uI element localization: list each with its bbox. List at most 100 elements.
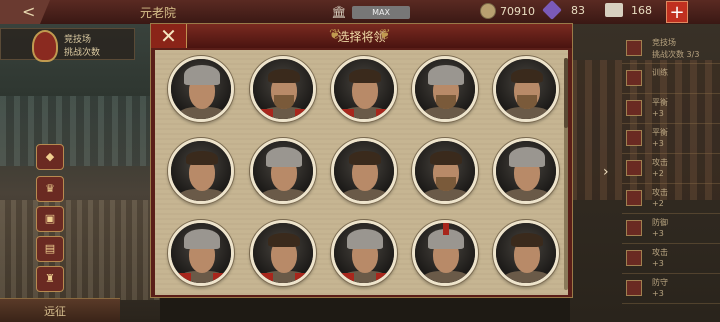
portrait-armor: [421, 189, 471, 201]
commander-portrait-5[interactable]: [493, 56, 559, 122]
portrait-helmet: [428, 65, 464, 85]
gallery-button[interactable]: ▣: [36, 206, 64, 232]
list-item[interactable]: 竞技场 挑战次数 3/3: [622, 34, 720, 64]
commander-portrait-1[interactable]: [168, 56, 234, 122]
list-item[interactable]: 攻击 +2: [622, 184, 720, 214]
back-button[interactable]: <: [0, 0, 50, 24]
shield-button[interactable]: ◆: [36, 144, 64, 170]
back-arrow-icon: <: [22, 2, 36, 21]
building-icon: [626, 190, 642, 206]
portrait-helmet: [347, 229, 383, 249]
expand-arrow-icon[interactable]: ›: [603, 164, 609, 180]
portrait-cape: [259, 109, 273, 119]
senate-building-icon: 🏛: [331, 5, 347, 19]
scroll-icon: [605, 3, 623, 17]
commander-portrait-9[interactable]: [412, 138, 478, 204]
scroll-counter: 168: [605, 3, 652, 17]
crossed-swords-icon: [626, 40, 642, 56]
scrollbar-thumb[interactable]: [564, 58, 568, 128]
helmet-icon: [626, 160, 642, 176]
trophy-button[interactable]: ♜: [36, 266, 64, 292]
gem-amount: 83: [571, 3, 585, 17]
building-icon: [626, 220, 642, 236]
portrait-armor: [502, 189, 552, 201]
portrait-beard: [517, 95, 537, 109]
dialog-scrollbar[interactable]: [564, 58, 568, 290]
portrait-hair: [349, 69, 381, 83]
laurel-right-icon: ❦: [379, 27, 391, 43]
portrait-helmet: [184, 65, 220, 85]
close-icon: ✕: [160, 24, 177, 48]
list-item[interactable]: 攻击 +3: [622, 244, 720, 274]
building-icon: [626, 280, 642, 296]
portrait-hair: [186, 151, 218, 165]
portrait-cape: [376, 109, 390, 119]
list-item[interactable]: 防守 +3: [622, 274, 720, 304]
portrait-cape: [295, 109, 309, 119]
portrait-helmet: [184, 229, 220, 249]
list-item[interactable]: 防御 +3: [622, 214, 720, 244]
building-icon: [626, 250, 642, 266]
trophy-icon: ♜: [45, 272, 55, 285]
commander-portrait-2[interactable]: [250, 56, 316, 122]
portrait-armor: [421, 271, 471, 283]
level-max-badge: MAX: [352, 5, 410, 19]
challenge-count-label: 挑战次数: [64, 48, 101, 58]
game-screen: < 元老院 🏛 MAX 70910 83 168 + 竞技场 挑战次数 ◆ ♛ …: [0, 0, 720, 322]
helmet-icon: [626, 130, 642, 146]
coin-counter: 70910: [480, 3, 535, 19]
gem-counter: 83: [542, 0, 585, 20]
portrait-helmet-crest: [443, 223, 449, 235]
portrait-armor: [421, 107, 471, 119]
list-item[interactable]: 平衡 +3: [622, 94, 720, 124]
arena-label: 竞技场: [64, 35, 92, 45]
portrait-cape: [376, 273, 390, 283]
expedition-button[interactable]: 远征: [0, 298, 120, 322]
commander-portrait-12[interactable]: [250, 220, 316, 286]
dialog-title: 选择将领: [337, 30, 386, 44]
portrait-hair: [511, 233, 543, 247]
commander-portrait-14[interactable]: [412, 220, 478, 286]
list-item[interactable]: 攻击 +2: [622, 154, 720, 184]
portrait-armor: [502, 271, 552, 283]
top-bar: < 元老院 🏛 MAX 70910 83 168 +: [0, 0, 720, 24]
treasure-icon: ▤: [44, 242, 56, 255]
commander-portrait-13[interactable]: [331, 220, 397, 286]
scroll-amount: 168: [631, 3, 652, 17]
portrait-icon: ▣: [44, 212, 56, 225]
commander-portrait-10[interactable]: [493, 138, 559, 204]
list-item[interactable]: 训练: [622, 64, 720, 94]
treasure-button[interactable]: ▤: [36, 236, 64, 262]
laurel-left-icon: ❦: [329, 27, 341, 43]
coin-icon: [480, 3, 496, 19]
commander-portrait-4[interactable]: [412, 56, 478, 122]
commander-portrait-3[interactable]: [331, 56, 397, 122]
portrait-cape: [213, 273, 227, 283]
portrait-beard: [436, 95, 456, 109]
portrait-armor: [177, 189, 227, 201]
portrait-beard: [436, 177, 456, 191]
commander-portrait-15[interactable]: [493, 220, 559, 286]
portrait-cape: [340, 273, 354, 283]
city-buildings: [0, 200, 160, 300]
commander-portrait-6[interactable]: [168, 138, 234, 204]
portrait-armor: [340, 189, 390, 201]
harbor-ships: [0, 96, 160, 166]
portrait-cape: [259, 273, 273, 283]
commander-portrait-11[interactable]: [168, 220, 234, 286]
portrait-cape: [340, 109, 354, 119]
commander-portrait-8[interactable]: [331, 138, 397, 204]
close-button[interactable]: ✕: [151, 24, 187, 48]
portrait-armor: [259, 189, 309, 201]
commander-grid: [155, 50, 568, 295]
portrait-hair: [268, 69, 300, 83]
crown-button[interactable]: ♛: [36, 176, 64, 202]
portrait-hair: [349, 151, 381, 165]
portrait-helmet: [266, 147, 302, 167]
commander-portrait-7[interactable]: [250, 138, 316, 204]
list-item[interactable]: 平衡 +3: [622, 124, 720, 154]
portrait-helmet: [509, 147, 545, 167]
shield-icon: ◆: [45, 150, 55, 163]
dialog-header: 选择将领 ❦ ❦ ✕: [151, 24, 572, 48]
add-resource-button[interactable]: +: [666, 1, 688, 23]
